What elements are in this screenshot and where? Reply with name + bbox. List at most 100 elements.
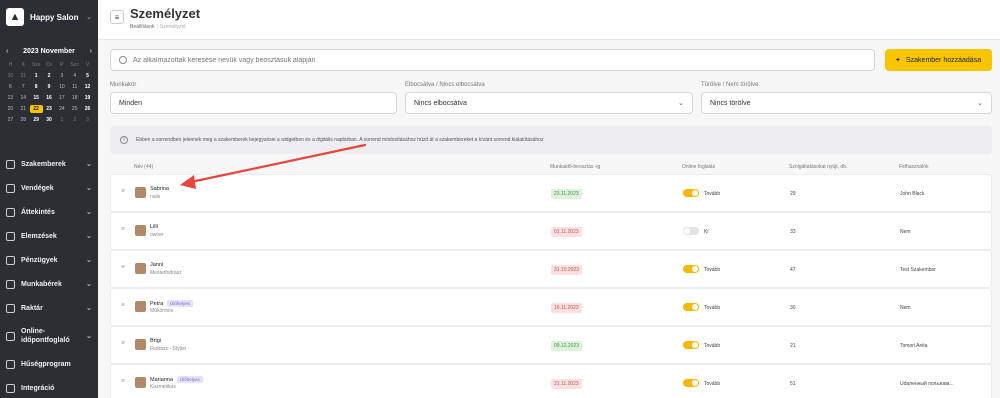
online-booking-toggle[interactable] [683,265,699,273]
calendar-day[interactable]: 12 [81,83,94,91]
staff-name-cell[interactable]: Sabrina [150,186,169,192]
drag-handle-icon[interactable]: ≡ [121,340,125,347]
online-booking-toggle[interactable] [683,227,699,235]
calendar-day[interactable]: 30 [4,72,17,80]
brand[interactable]: ▲ Happy Salon ⌄ [0,0,98,34]
calendar-day[interactable]: 3 [81,116,94,124]
calendar-day[interactable]: 18 [68,94,81,102]
calendar-day[interactable]: 27 [4,116,17,124]
calendar-day[interactable]: 1 [55,116,68,124]
calendar-day[interactable]: 30 [43,116,56,124]
calendar-prev-icon[interactable]: ‹ [6,48,8,55]
staff-name[interactable]: Janni [150,262,163,268]
menu-icon[interactable]: ≡ [110,10,124,24]
staff-name-cell[interactable]: Janni [150,262,163,268]
sidebar-item-vendegek[interactable]: Vendégek ⌄ [0,176,98,200]
staff-name[interactable]: Brigi [150,338,161,344]
calendar-day[interactable]: 9 [43,83,56,91]
online-booking-toggle[interactable] [683,303,699,311]
staff-name-cell[interactable]: Lilli [150,224,158,230]
finance-icon [6,255,15,265]
calendar-day[interactable]: 26 [81,105,94,113]
calendar-day[interactable]: 2 [43,72,56,80]
calendar-day[interactable]: 17 [55,94,68,102]
schedule-date-badge: 09.12.2023 [551,341,583,351]
online-booking-label: Ki [704,229,709,235]
col-services[interactable]: Szolgáltatásokat nyújt, db. [789,164,847,170]
staff-name[interactable]: Marianna [150,377,173,383]
add-specialist-button[interactable]: + Szakember hozzáadása [885,49,992,71]
sidebar-item-munkaberek[interactable]: Munkabérek ⌄ [0,272,98,296]
calendar-day[interactable]: 3 [55,72,68,80]
drag-handle-icon[interactable]: ≡ [121,378,125,385]
table-row[interactable]: ≡ Brigi Fodrász - Stylist 09.12.2023 Tovább 2… [110,326,992,364]
calendar-day[interactable]: 1 [30,72,43,80]
staff-name-cell[interactable]: Brigi [150,338,161,344]
table-row[interactable]: ≡ Petra Ülőhelyes Műkörmös 16.11.2023 Tovább 3… [110,288,992,326]
sidebar-item-label: Raktár [21,304,43,312]
calendar-day[interactable]: 10 [55,83,68,91]
calendar-day[interactable]: 13 [4,94,17,102]
col-name[interactable]: Név (44) [134,164,153,170]
calendar-day[interactable]: 11 [68,83,81,91]
filter-dismissed-select[interactable]: Nincs elbocsátva ⌄ [405,92,693,114]
filter-role-select[interactable]: Minden [110,92,397,114]
calendar-day[interactable]: 21 [17,105,30,113]
calendar-day[interactable]: 7 [17,83,30,91]
salon-logo-icon: ▲ [6,8,24,26]
staff-name[interactable]: Lilli [150,224,158,230]
online-booking-toggle[interactable] [683,341,699,349]
drag-handle-icon[interactable]: ≡ [121,264,125,271]
calendar-day[interactable]: 16 [43,94,56,102]
calendar-day[interactable]: 31 [17,72,30,80]
calendar-day[interactable]: 25 [68,105,81,113]
online-booking-toggle[interactable] [683,189,699,197]
drag-handle-icon[interactable]: ≡ [121,302,125,309]
table-row[interactable]: ≡ Lilli owner 01.11.2023 Ki 33 Nem [110,212,992,250]
calendar-day[interactable]: 24 [55,105,68,113]
sidebar-item-integracio[interactable]: Integráció [0,376,98,398]
sidebar-item-husegprogram[interactable]: Hűségprogram [0,352,98,376]
calendar-day[interactable]: 19 [81,94,94,102]
calendar-day[interactable]: 2 [68,116,81,124]
sidebar-item-szakemberek[interactable]: Szakemberek ⌄ [0,152,98,176]
table-row[interactable]: ≡ Janni Mesterfodrász 31.10.2023 Tovább 47 Tes… [110,250,992,288]
calendar-day-today[interactable]: 22 [29,105,43,113]
filter-role: Munkakör Minden [110,82,397,114]
calendar-day[interactable]: 20 [4,105,17,113]
calendar-next-icon[interactable]: › [90,48,92,55]
calendar-month[interactable]: 2023 November [23,48,75,55]
calendar-day[interactable]: 5 [81,72,94,80]
table-row[interactable]: ≡ Sabrina nails 23.11.2023 Tovább 29 John Blac… [110,174,992,212]
staff-name[interactable]: Petra [150,301,163,307]
sidebar-item-online-idopontfoglalo[interactable]: Online-időpontfoglaló ⌄ [0,320,98,352]
drag-handle-icon[interactable]: ≡ [121,188,125,195]
sidebar-item-label: Vendégek [21,184,54,192]
online-booking-toggle[interactable] [683,379,699,387]
staff-role: nails [150,194,161,200]
col-schedule[interactable]: Munkaidő-beosztás -ig [550,164,600,170]
sidebar-item-penzugyek[interactable]: Pénzügyek ⌄ [0,248,98,272]
calendar-day[interactable]: 23 [43,105,56,113]
calendar-day[interactable]: 4 [68,72,81,80]
staff-name[interactable]: Sabrina [150,186,169,192]
sidebar-item-attekintes[interactable]: Áttekintés ⌄ [0,200,98,224]
sidebar: ▲ Happy Salon ⌄ ‹ 2023 November › H K Sze C… [0,0,98,398]
staff-name-cell[interactable]: Petra Ülőhelyes [150,300,193,307]
chevron-down-icon[interactable]: ⌄ [86,13,92,21]
search-input[interactable] [133,56,866,64]
filter-deleted-select[interactable]: Nincs törölve ⌄ [701,92,992,114]
calendar-day[interactable]: 29 [30,116,43,124]
calendar-day[interactable]: 6 [4,83,17,91]
calendar-day[interactable]: 15 [30,94,43,102]
breadcrumb-item[interactable]: Beállítások [130,24,154,30]
schedule-date-badge: 23.11.2023 [551,189,582,199]
sidebar-item-elemzesek[interactable]: Elemzések ⌄ [0,224,98,248]
calendar-day[interactable]: 28 [17,116,30,124]
drag-handle-icon[interactable]: ≡ [121,226,125,233]
sidebar-item-raktar[interactable]: Raktár ⌄ [0,296,98,320]
calendar-day[interactable]: 8 [30,83,43,91]
calendar-day[interactable]: 14 [17,94,30,102]
staff-name-cell[interactable]: Marianna Ülőhelyes [150,376,203,383]
table-row[interactable]: ≡ Marianna Ülőhelyes Kozmetikus 21.11.2023 To… [110,364,992,398]
